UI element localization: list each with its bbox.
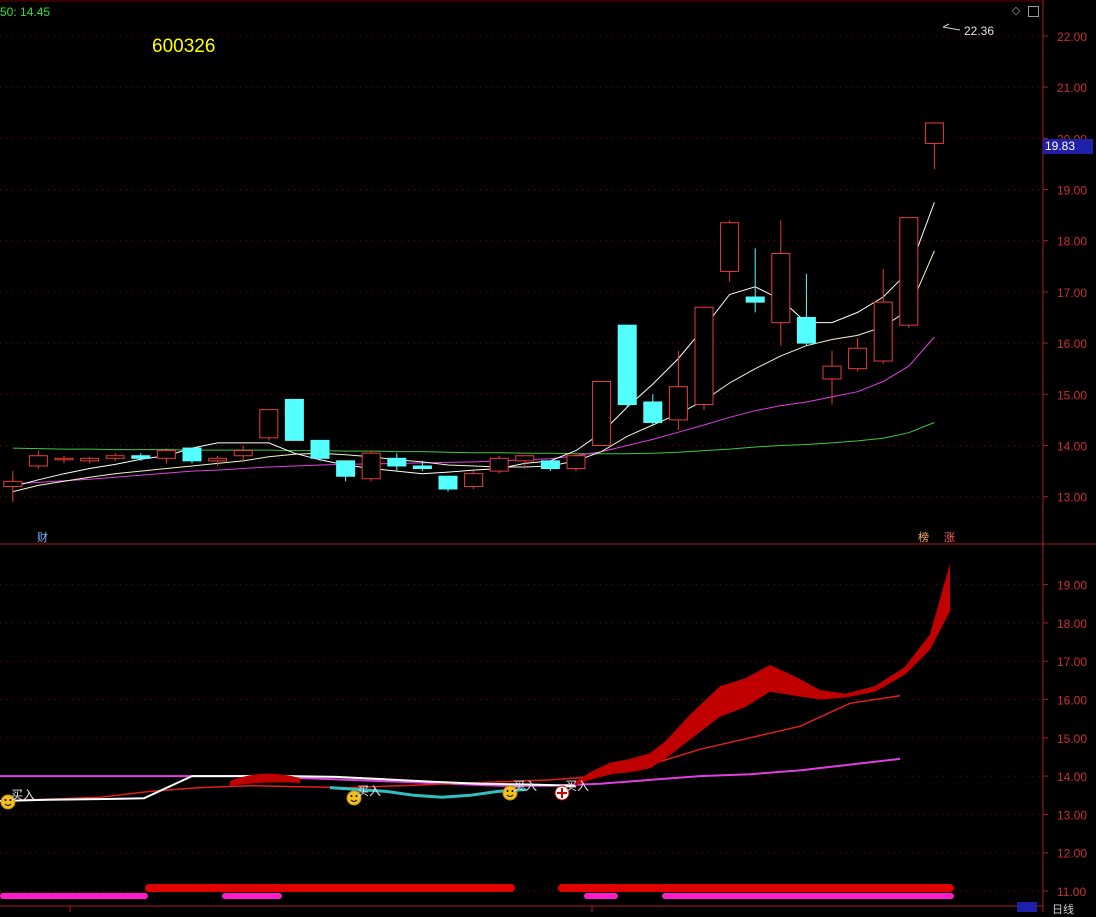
signal-label-1: 买入 — [357, 784, 381, 798]
signal-label-2: 买入 — [513, 779, 537, 793]
signal-label-0: 买入 — [11, 788, 35, 802]
candle-body-14 — [361, 452, 381, 480]
main-chart-grid — [0, 35, 1043, 498]
current-price-tag: 19.83 — [1043, 139, 1093, 154]
candle-body-10 — [259, 409, 279, 439]
indicator-tick-label-5: 16.00 — [1057, 694, 1087, 708]
rise-marker[interactable]: 涨 — [944, 529, 955, 545]
candle-body-23 — [592, 380, 612, 446]
candle-body-26 — [668, 386, 688, 421]
candle-body-36 — [924, 122, 944, 144]
price-tick-label-2: 15.00 — [1057, 388, 1087, 402]
indicator-tick-label-4: 15.00 — [1057, 732, 1087, 746]
candle-body-33 — [848, 347, 868, 370]
diamond-icon[interactable]: ◇ — [1010, 5, 1022, 17]
indicator-tick-label-2: 13.00 — [1057, 808, 1087, 822]
candle-body-25 — [643, 401, 663, 423]
candle-body-6 — [156, 450, 176, 459]
signal-bars — [0, 884, 954, 899]
ma20-line — [12, 336, 935, 485]
ma50-line — [12, 422, 935, 455]
high-marker: 22.36 — [942, 23, 994, 38]
indicator-tick-label-0: 11.00 — [1057, 885, 1086, 899]
period-label[interactable]: 日线 — [1052, 901, 1074, 917]
candle-body-12 — [310, 439, 330, 459]
price-tick-label-4: 17.00 — [1057, 286, 1087, 300]
indicator-chart-grid — [0, 584, 1043, 892]
price-tick-label-8: 21.00 — [1057, 81, 1087, 95]
candle-body-1 — [28, 455, 48, 467]
smiley-eye-left — [4, 799, 7, 801]
signal-bar-magenta-4 — [662, 893, 954, 899]
stock-chart-canvas[interactable]: 13.0014.0015.0016.0017.0018.0019.0020.00… — [0, 0, 1096, 912]
candle-body-5 — [131, 455, 151, 459]
candle-body-31 — [796, 316, 816, 344]
high-marker-arrowhead — [942, 23, 950, 28]
signal-bar-red-2 — [558, 884, 954, 892]
window-toggle-icon[interactable] — [1028, 6, 1039, 17]
price-axis-ticks: 13.0014.0015.0016.0017.0018.0019.0020.00… — [1043, 30, 1087, 505]
indicator-tick-label-8: 19.00 — [1057, 579, 1087, 593]
signal-label-3: 买入 — [565, 779, 589, 793]
indicator-red-band — [575, 563, 950, 786]
candle-body-2 — [54, 457, 74, 461]
price-tick-label-0: 13.00 — [1057, 491, 1087, 505]
signal-bar-magenta-2 — [222, 893, 282, 899]
view-selector-tab[interactable] — [1017, 902, 1037, 912]
ma5-line — [12, 202, 935, 487]
smiley-eye-left — [506, 790, 509, 792]
candle-body-13 — [336, 460, 356, 477]
candle-body-27 — [694, 306, 714, 406]
candle-body-34 — [873, 301, 893, 362]
indicator-tick-label-6: 17.00 — [1057, 655, 1087, 669]
candle-body-16 — [412, 465, 432, 470]
signal-bar-magenta-1 — [0, 893, 148, 899]
rank-marker[interactable]: 榜 — [918, 529, 929, 545]
candle-body-28 — [720, 222, 740, 272]
candle-body-30 — [771, 252, 791, 324]
candle-body-32 — [822, 365, 842, 380]
moving-average-lines — [12, 202, 935, 493]
candle-body-4 — [105, 455, 125, 459]
high-marker-label: 22.36 — [964, 24, 994, 38]
candle-body-7 — [182, 447, 202, 462]
signal-bar-red-1 — [145, 884, 515, 892]
candle-body-9 — [233, 450, 253, 457]
candle-body-22 — [566, 455, 586, 470]
candle-body-8 — [208, 457, 228, 462]
indicator-tick-label-3: 14.00 — [1057, 770, 1087, 784]
high-marker-arrow — [942, 26, 961, 31]
candle-body-19 — [489, 457, 509, 472]
candle-body-3 — [80, 457, 100, 462]
candle-body-29 — [745, 296, 765, 303]
candle-body-15 — [387, 457, 407, 467]
indicator-axis-ticks: 11.00 12.00 13.00 14.00 15.00 16.00 17.00 18.00… — [1043, 579, 1087, 899]
ma10-line — [12, 250, 935, 493]
price-tick-label-5: 18.00 — [1057, 235, 1087, 249]
candle-body-21 — [540, 460, 560, 470]
indicator-red-line — [0, 694, 901, 802]
indicator-tick-label-7: 18.00 — [1057, 617, 1087, 631]
stock-symbol: 600326 — [152, 36, 216, 57]
finance-marker[interactable]: 财 — [37, 529, 48, 545]
candle-body-20 — [515, 455, 535, 462]
indicator-tick-label-1: 12.00 — [1057, 847, 1087, 861]
candle-body-18 — [464, 473, 484, 487]
candle-body-35 — [899, 217, 919, 326]
candle-body-0 — [3, 480, 23, 487]
price-tick-label-3: 16.00 — [1057, 337, 1087, 351]
price-tick-label-6: 19.00 — [1057, 183, 1087, 197]
indicator-lines — [0, 563, 950, 802]
candle-body-11 — [284, 398, 304, 441]
ma50-label: 50: 14.45 — [0, 5, 51, 19]
candle-body-17 — [438, 475, 458, 490]
signal-bar-magenta-3 — [584, 893, 618, 899]
price-tick-label-9: 22.00 — [1057, 30, 1087, 44]
smiley-eye-left — [350, 795, 353, 797]
price-tick-label-1: 14.00 — [1057, 439, 1087, 453]
candle-body-24 — [617, 324, 637, 406]
